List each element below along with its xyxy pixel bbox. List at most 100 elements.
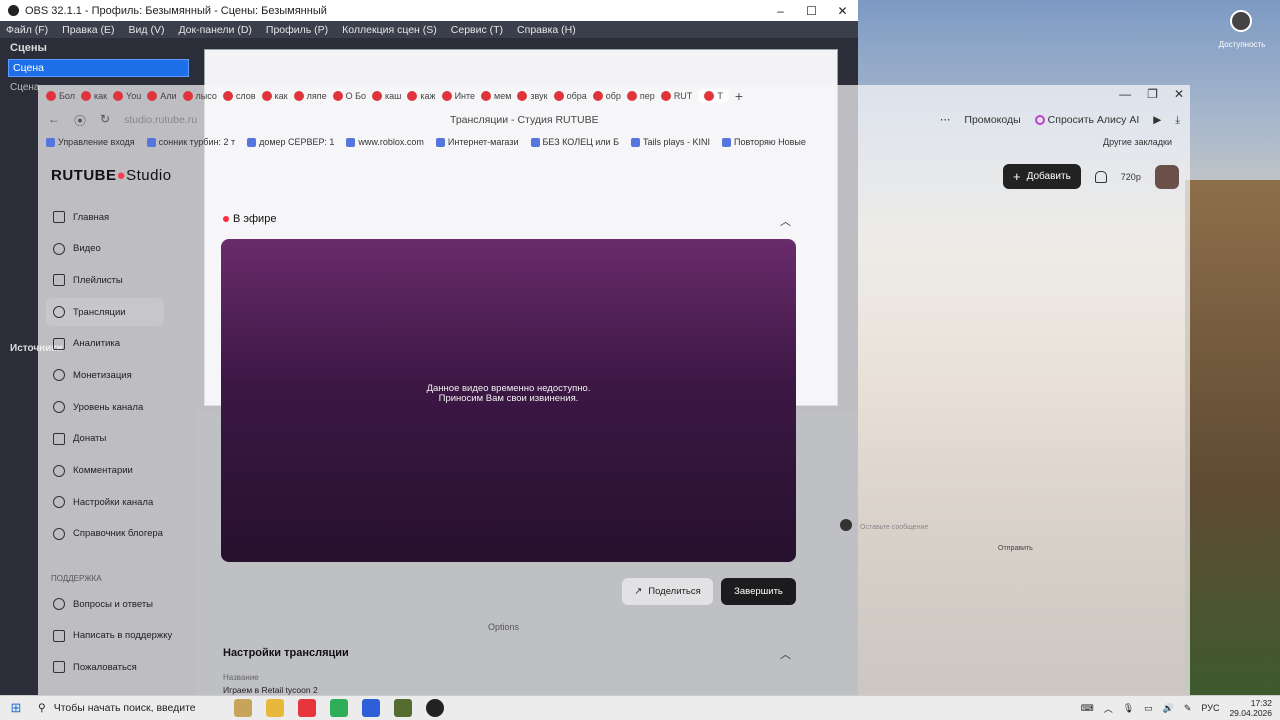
pen-icon[interactable]: ✎	[1184, 703, 1192, 714]
rutube-studio-logo[interactable]: RUTUBE●Studio	[51, 167, 172, 184]
tab[interactable]: лысо	[182, 91, 217, 101]
chat-send-button[interactable]: Отправить	[998, 545, 1033, 552]
sidebar-item-video[interactable]: Видео	[46, 235, 196, 263]
obs-options-button[interactable]: Options	[488, 622, 519, 632]
scene-item-selected[interactable]: Сцена	[8, 59, 189, 77]
tab[interactable]: Али	[147, 91, 177, 101]
tray-chevron-icon[interactable]: ︿	[1104, 702, 1113, 715]
tab-active[interactable]: Т	[698, 89, 729, 103]
sidebar-item-channel-level[interactable]: Уровень канала	[46, 393, 196, 421]
roblox-studio-icon[interactable]	[362, 699, 380, 717]
menu-docks[interactable]: Док-панели (D)	[178, 24, 251, 36]
download-icon[interactable]: ⤓	[1175, 114, 1180, 127]
sidebar-item-blogger-guide[interactable]: Справочник блогера	[46, 520, 196, 548]
more-icon[interactable]: ⋯	[940, 114, 951, 126]
close-icon[interactable]: ✕	[1174, 87, 1184, 101]
alisa-button[interactable]: Спросить Алису AI	[1034, 114, 1139, 126]
bookmark-item[interactable]: www.roblox.com	[346, 137, 424, 147]
sidebar-item-donations[interactable]: Донаты	[46, 425, 196, 453]
sidebar-item-playlists[interactable]: Плейлисты	[46, 266, 196, 294]
bookmark-item[interactable]: Повторяю Новые	[722, 137, 806, 147]
tab[interactable]: You	[113, 91, 141, 101]
bookmark-item[interactable]: Управление входя	[46, 137, 135, 147]
sidebar-item-home[interactable]: Главная	[46, 203, 196, 231]
menu-edit[interactable]: Правка (E)	[62, 24, 114, 36]
chat-input[interactable]: Оставьте сообщение	[860, 524, 928, 531]
video-player[interactable]: Данное видео временно недоступно. Принос…	[221, 239, 796, 562]
tab[interactable]: О Бо	[332, 91, 366, 101]
file-explorer-icon[interactable]	[266, 699, 284, 717]
url-input[interactable]: studio.rutube.ru	[124, 114, 197, 126]
windows-start-icon[interactable]: ⊞	[0, 700, 32, 716]
sidebar-item-monetization[interactable]: Монетизация	[46, 361, 196, 389]
reader-icon[interactable]: ▶	[1153, 114, 1161, 126]
bookmark-item[interactable]: БЕЗ КОЛЕЦ или Б	[530, 137, 619, 147]
maximize-icon[interactable]: ☐	[796, 4, 827, 18]
whatsapp-icon[interactable]	[330, 699, 348, 717]
tab[interactable]: как	[80, 91, 107, 101]
sidebar-item-faq[interactable]: Вопросы и ответы	[46, 590, 196, 618]
sidebar-item-streams[interactable]: Трансляции	[46, 298, 164, 327]
bookmark-item[interactable]: Интернет-магази	[435, 137, 519, 147]
bookmark-page-icon[interactable]: ⦿	[74, 112, 86, 129]
share-button[interactable]: ↗ Поделиться	[622, 578, 713, 605]
avatar[interactable]	[1154, 164, 1179, 189]
tab[interactable]: обра	[553, 91, 587, 101]
other-bookmarks[interactable]: Другие закладки	[1103, 137, 1172, 147]
close-icon[interactable]: ✕	[827, 4, 858, 18]
tab[interactable]: звук	[517, 91, 548, 101]
tab[interactable]: Инте	[441, 91, 475, 101]
end-stream-button[interactable]: Завершить	[721, 578, 796, 605]
accessibility-icon[interactable]	[1230, 10, 1252, 32]
sidebar-item-channel-settings[interactable]: Настройки канала	[46, 488, 196, 516]
language-indicator[interactable]: РУС	[1201, 703, 1219, 713]
menu-tools[interactable]: Сервис (T)	[451, 24, 503, 36]
volume-icon[interactable]: 🔊	[1163, 703, 1174, 714]
clock[interactable]: 17:32 29.04.2026	[1229, 698, 1272, 718]
minimize-icon[interactable]: —	[1119, 87, 1131, 101]
minimize-icon[interactable]: –	[765, 4, 796, 18]
scene-item[interactable]: Сцена	[10, 82, 39, 93]
tab[interactable]: RUT	[660, 91, 692, 101]
menu-scene-collection[interactable]: Коллекция сцен (S)	[342, 24, 437, 36]
minecraft-icon[interactable]	[394, 699, 412, 717]
sidebar-item-report[interactable]: Пожаловаться	[46, 653, 196, 681]
bookmark-item[interactable]: домер СЕРВЕР: 1	[247, 137, 334, 147]
keyboard-icon[interactable]: ⌨	[1081, 703, 1094, 714]
pinned-app-icon[interactable]	[234, 699, 252, 717]
network-icon[interactable]: ▭	[1144, 703, 1153, 714]
back-icon[interactable]: ←	[48, 112, 60, 129]
menu-help[interactable]: Справка (H)	[517, 24, 576, 36]
stream-name-value[interactable]: Играем в Retail tycoon 2	[223, 685, 318, 695]
bell-icon[interactable]	[1094, 170, 1107, 183]
menu-view[interactable]: Вид (V)	[129, 24, 165, 36]
sidebar-item-analytics[interactable]: Аналитика	[46, 330, 196, 358]
tab[interactable]: ляпе	[293, 91, 327, 101]
add-button[interactable]: + Добавить	[1003, 164, 1081, 189]
tab[interactable]: каж	[407, 91, 436, 101]
tab[interactable]: мем	[481, 91, 511, 101]
sidebar-item-comments[interactable]: Комментарии	[46, 457, 196, 485]
microphone-icon[interactable]: 🎙	[1123, 703, 1134, 714]
tab[interactable]: Бол	[46, 91, 75, 101]
menu-file[interactable]: Файл (F)	[6, 24, 48, 36]
chevron-up-icon[interactable]: ︿	[780, 213, 791, 229]
taskbar-search[interactable]: ⚲ Чтобы начать поиск, введите	[32, 696, 220, 720]
obs-icon[interactable]	[426, 699, 444, 717]
yandex-browser-icon[interactable]	[298, 699, 316, 717]
menu-profile[interactable]: Профиль (P)	[266, 24, 328, 36]
chevron-up-icon[interactable]: ︿	[780, 646, 791, 662]
quality-label[interactable]: 720р	[1121, 172, 1141, 182]
bookmark-item[interactable]: Tails plays - KINI	[630, 137, 710, 147]
new-tab-icon[interactable]: +	[735, 88, 743, 104]
restore-icon[interactable]: ❐	[1147, 87, 1158, 101]
tab[interactable]: как	[261, 91, 288, 101]
tab[interactable]: обр	[592, 91, 621, 101]
tab[interactable]: каш	[372, 91, 401, 101]
tab[interactable]: пер	[626, 91, 655, 101]
sidebar-item-contact-support[interactable]: Написать в поддержку	[46, 622, 196, 650]
bookmark-item[interactable]: сонник турбин: 2 т	[146, 137, 235, 147]
reload-icon[interactable]: ↻	[100, 112, 110, 129]
tab[interactable]: слов	[222, 91, 256, 101]
promo-button[interactable]: Промокоды	[964, 114, 1020, 126]
